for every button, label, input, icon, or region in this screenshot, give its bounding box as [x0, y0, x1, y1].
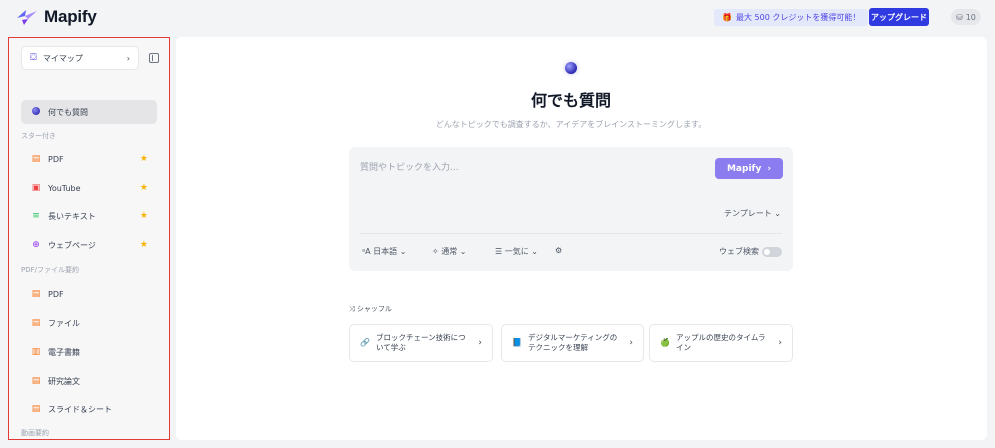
- suggestion-card[interactable]: 🔗 ブロックチェーン技術について学ぶ ›: [349, 324, 493, 362]
- sidebar-item-starred-youtube[interactable]: ▣ YouTube ★: [21, 176, 157, 200]
- sidebar-item-label: ウェブページ: [48, 240, 96, 250]
- sidebar-item-label: PDF: [48, 154, 64, 164]
- main-panel: 何でも質問 どんなトピックでも調査するか、アイデアをブレインストーミングします。…: [176, 37, 987, 440]
- star-icon[interactable]: ★: [140, 240, 148, 250]
- chevron-right-icon: ›: [126, 53, 130, 63]
- output-select[interactable]: ☰ 一気に ⌄: [495, 246, 538, 257]
- sidebar-item-label: 電子書籍: [48, 347, 80, 357]
- section-starred: スター付き: [21, 132, 56, 140]
- shuffle-icon: ⤨: [349, 305, 355, 313]
- orb-icon: [565, 62, 577, 74]
- suggestion-text: アップルの歴史のタイムライン: [675, 332, 766, 352]
- logo[interactable]: Mapify: [16, 7, 97, 27]
- sidebar-item-label: ファイル: [48, 318, 80, 328]
- pdf-icon: ▤: [31, 289, 41, 299]
- sidebar-item-label: 何でも質問: [48, 107, 88, 117]
- globe-icon: ⊕: [32, 240, 40, 250]
- sidebar-item-label: スライド＆シート: [48, 404, 112, 414]
- question-composer: 質問やトピックを入力... Mapify › テンプレート ⌄ ᵃA 日本語 ⌄…: [349, 147, 793, 271]
- page-title: 何でも質問: [530, 91, 611, 110]
- sidebar-item-label: YouTube: [48, 183, 81, 193]
- long-text-icon: ≡: [32, 211, 40, 221]
- chevron-down-icon: ⌄: [531, 247, 538, 256]
- star-icon[interactable]: ★: [140, 154, 148, 164]
- credits-count: 10: [965, 12, 976, 22]
- slides-icon: ▤: [31, 404, 41, 414]
- chevron-right-icon: ›: [767, 163, 772, 174]
- submit-label: Mapify: [726, 163, 762, 174]
- language-value: 日本語: [373, 247, 398, 256]
- paper-icon: ▤: [31, 376, 41, 386]
- mapify-submit-button[interactable]: Mapify ›: [715, 158, 783, 179]
- shuffle-label: シャッフル: [356, 305, 392, 313]
- sidebar-item-label: 研究論文: [48, 376, 80, 386]
- link-icon: 🔗: [360, 337, 370, 347]
- collapse-sidebar-icon[interactable]: [149, 53, 159, 63]
- sidebar-item-file[interactable]: ▤ ファイル: [21, 311, 157, 335]
- chevron-right-icon: ›: [629, 337, 633, 348]
- pdf-icon: ▤: [31, 154, 41, 164]
- credits-badge[interactable]: ⛁ 10: [951, 9, 981, 25]
- sidebar-item-label: PDF: [48, 289, 64, 299]
- sidebar-item-pdf[interactable]: ▤ PDF: [21, 282, 157, 306]
- apple-icon: 🍏: [660, 337, 670, 347]
- output-value: 一気に: [504, 247, 529, 256]
- section-video-summary: 動画要約: [21, 429, 49, 437]
- mode-value: 通常: [441, 247, 458, 256]
- upgrade-button[interactable]: アップグレード: [869, 8, 929, 26]
- star-icon[interactable]: ★: [140, 211, 148, 221]
- question-input[interactable]: 質問やトピックを入力...: [360, 160, 459, 173]
- translate-icon: ᵃA: [362, 247, 371, 256]
- coin-stack-icon: ⛁: [956, 12, 963, 22]
- logo-text: Mapify: [44, 7, 97, 26]
- sidebar-item-slides-sheets[interactable]: ▤ スライド＆シート: [21, 397, 157, 421]
- language-select[interactable]: ᵃA 日本語 ⌄: [362, 246, 406, 257]
- ebook-icon: ▥: [31, 347, 41, 357]
- sidebar-item-starred-pdf[interactable]: ▤ PDF ★: [21, 147, 157, 171]
- sparkle-icon: ✧: [432, 247, 439, 256]
- top-bar: Mapify 🎁 最大 500 クレジットを獲得可能！ アップグレード ⛁ 10: [0, 0, 995, 34]
- orb-icon: [30, 106, 42, 118]
- sidebar-item-research-paper[interactable]: ▤ 研究論文: [21, 369, 157, 393]
- mapify-logo-icon: [17, 10, 37, 25]
- sidebar-item-label: 長いテキスト: [48, 211, 96, 221]
- gift-icon: 🎁: [722, 13, 732, 22]
- folder-icon: ⛋: [30, 53, 37, 63]
- chevron-down-icon: ⌄: [399, 247, 407, 256]
- chevron-down-icon: ⌄: [774, 209, 781, 218]
- sidebar-item-starred-webpage[interactable]: ⊕ ウェブページ ★: [21, 233, 157, 257]
- web-search-toggle[interactable]: [762, 247, 782, 257]
- mode-select[interactable]: ✧ 通常 ⌄: [432, 246, 467, 257]
- suggestion-text: ブロックチェーン技術について学ぶ: [375, 332, 466, 352]
- book-icon: 📘: [512, 337, 522, 347]
- chevron-right-icon: ›: [478, 337, 482, 348]
- mymap-label: マイマップ: [42, 53, 83, 63]
- layers-icon: ☰: [495, 247, 503, 256]
- sidebar: ⛋ マイマップ › 何でも質問 スター付き ▤ PDF ★ ▣ YouTube …: [8, 37, 170, 440]
- star-icon[interactable]: ★: [140, 183, 148, 193]
- youtube-icon: ▣: [31, 183, 41, 193]
- divider: [360, 233, 782, 234]
- chevron-down-icon: ⌄: [459, 247, 467, 256]
- suggestion-card[interactable]: 📘 デジタルマーケティングのテクニックを理解 ›: [501, 324, 644, 362]
- shuffle-button[interactable]: ⤨ シャッフル: [349, 304, 392, 314]
- suggestion-card[interactable]: 🍏 アップルの歴史のタイムライン ›: [649, 324, 793, 362]
- mymap-button[interactable]: ⛋ マイマップ ›: [21, 46, 139, 70]
- sidebar-item-starred-long-text[interactable]: ≡ 長いテキスト ★: [21, 204, 157, 228]
- suggestion-text: デジタルマーケティングのテクニックを理解: [527, 332, 618, 352]
- promo-text: 最大 500 クレジットを獲得可能！: [735, 13, 861, 22]
- file-icon: ▤: [31, 318, 41, 328]
- settings-icon[interactable]: ⚙: [555, 246, 562, 255]
- template-dropdown[interactable]: テンプレート ⌄: [724, 208, 781, 219]
- section-pdf-file-summary: PDF/ファイル要約: [21, 266, 79, 274]
- web-search-label: ウェブ検索: [719, 247, 759, 256]
- chevron-right-icon: ›: [778, 337, 782, 348]
- promo-banner[interactable]: 🎁 最大 500 クレジットを獲得可能！: [714, 9, 869, 26]
- template-label: テンプレート: [723, 209, 772, 218]
- sidebar-item-ebook[interactable]: ▥ 電子書籍: [21, 340, 157, 364]
- sidebar-item-ask[interactable]: 何でも質問: [21, 100, 157, 124]
- page-subtitle: どんなトピックでも調査するか、アイデアをブレインストーミングします。: [435, 120, 707, 129]
